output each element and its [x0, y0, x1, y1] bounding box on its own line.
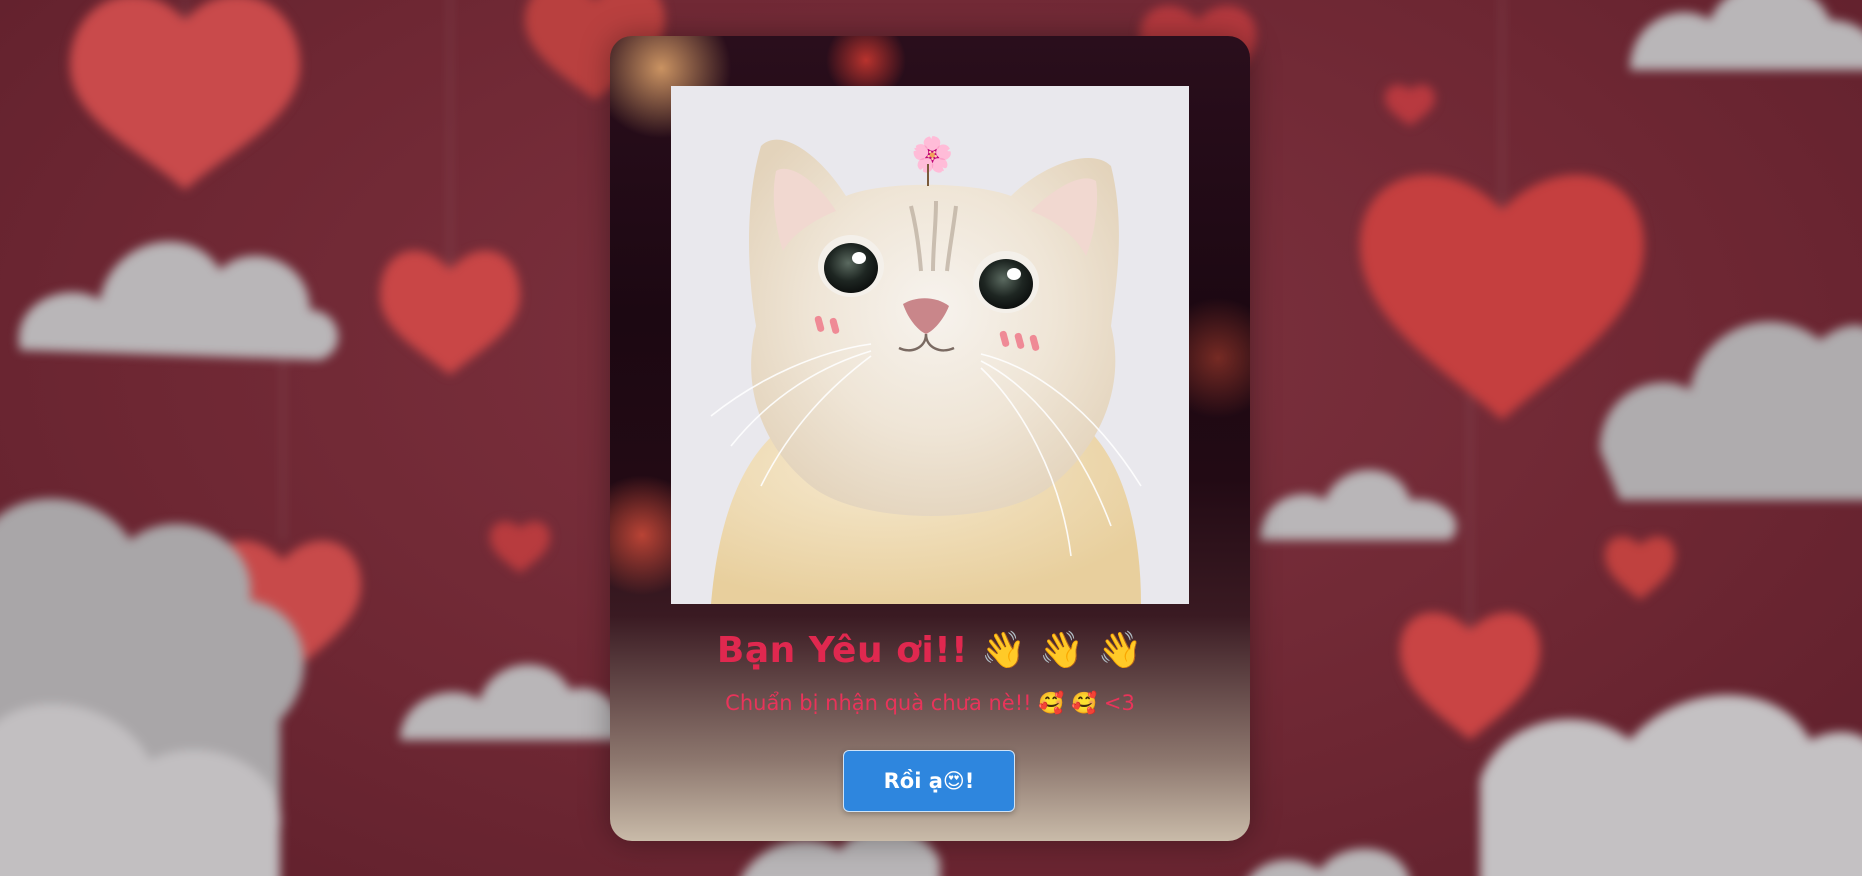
card-title: Bạn Yêu ơi!! 👋 👋 👋: [716, 630, 1144, 671]
greeting-card: 🌸 Bạn Yêu ơi!! 👋 👋 👋 Chuẩn bị nhận quà c…: [610, 36, 1250, 841]
accept-button[interactable]: Rồi ạ😍!: [843, 750, 1015, 812]
cat-photo: 🌸: [671, 86, 1189, 604]
flower-icon: 🌸: [911, 135, 953, 175]
card-subtitle: Chuẩn bị nhận quà chưa nè!! 🥰 🥰 <3: [725, 691, 1135, 715]
cat-illustration: 🌸: [671, 86, 1189, 604]
